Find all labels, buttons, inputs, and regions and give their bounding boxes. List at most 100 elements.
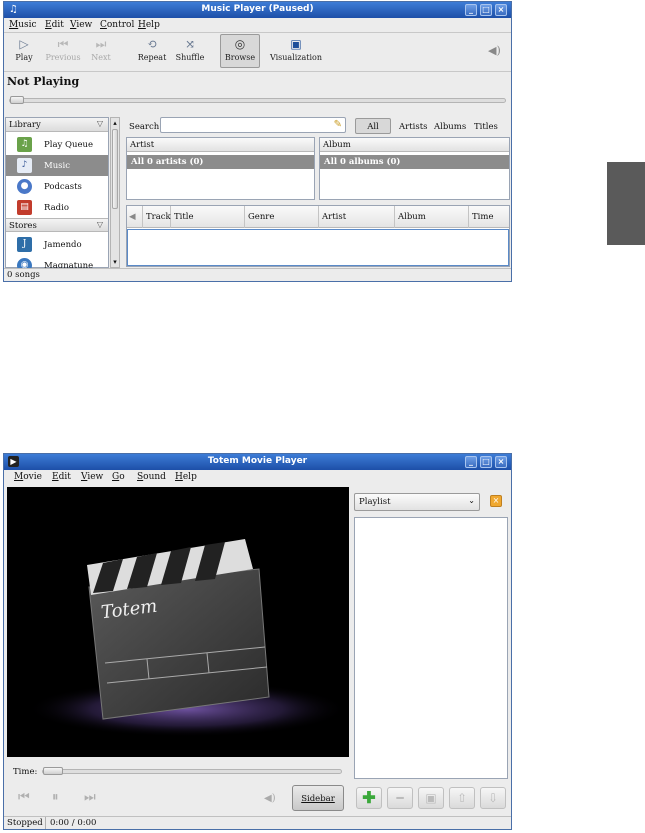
volume-icon[interactable]: ◀) [264,793,276,804]
browse-button[interactable]: ◎ Browse [220,34,260,68]
menu-view[interactable]: View [70,20,92,30]
menu-control[interactable]: Control [100,20,134,30]
artist-row-all[interactable]: All 0 artists (0) [127,155,314,169]
album-row-all[interactable]: All 0 albums (0) [320,155,509,169]
sidebar-item-jamendo[interactable]: J Jamendo [6,234,108,255]
previous-icon: ⏮ [57,37,69,51]
move-up-button[interactable]: ⇧ [449,787,475,809]
sidebar-toggle-label: Sidebar [301,794,335,804]
search-input[interactable]: ✎ [160,117,346,133]
remove-button[interactable]: ━ [387,787,413,809]
previous-icon[interactable]: ⏮ [18,790,30,805]
playback-time: 0:00 / 0:00 [50,818,97,828]
sidebar-scrollbar[interactable]: ▴ ▾ [110,117,120,268]
music-library-icon: ♪ [17,158,32,173]
totem-window: ▶ Totem Movie Player _ □ × Movie Edit Vi… [3,453,512,830]
menu-movie[interactable]: Movie [14,472,42,482]
move-down-button[interactable]: ⇩ [480,787,506,809]
filter-albums[interactable]: Albums [434,122,466,132]
album-column-header[interactable]: Album [320,138,509,152]
filter-titles[interactable]: Titles [474,122,498,132]
filter-all[interactable]: All [355,118,391,134]
maximize-icon[interactable]: □ [480,456,492,468]
sidebar-item-music[interactable]: ♪ Music [6,155,108,176]
menu-view[interactable]: View [81,472,103,482]
chevron-down-icon[interactable]: ▽ [97,119,103,128]
repeat-button[interactable]: ⟲ Repeat [134,37,170,62]
seek-slider-thumb[interactable] [10,96,24,104]
artist-pane: Artist All 0 artists (0) [126,137,315,200]
library-header[interactable]: Library ▽ [6,118,108,132]
time-slider[interactable] [42,769,342,774]
sidebar-item-play-queue[interactable]: ♫ Play Queue [6,134,108,155]
artist-column-header[interactable]: Artist [127,138,314,152]
close-sidebar-icon[interactable]: × [490,495,502,507]
time-label: Time: [13,767,38,777]
add-button[interactable]: ✚ [356,787,382,809]
video-area[interactable]: Totem [7,487,349,757]
menu-sound[interactable]: Sound [137,472,166,482]
column-header-time[interactable]: Time [469,206,510,228]
menu-music[interactable]: Music [9,20,37,30]
filter-artists[interactable]: Artists [399,122,427,132]
menubar: Music Edit View Control Help [4,18,511,32]
column-header-album[interactable]: Album [395,206,469,228]
menu-help[interactable]: Help [138,20,160,30]
divider [4,32,511,33]
playlist-dropdown[interactable]: Playlist ⌄ [354,493,480,511]
statusbar: Stopped 0:00 / 0:00 [4,816,511,829]
scroll-down-icon[interactable]: ▾ [111,257,119,267]
play-button[interactable]: ▷ Play [9,37,39,62]
previous-button[interactable]: ⏮ Previous [42,37,84,62]
menu-edit[interactable]: Edit [52,472,71,482]
speaker-icon: ◀ [129,212,136,222]
close-icon[interactable]: × [495,456,507,468]
library-sidebar: Library ▽ ♫ Play Queue ♪ Music ● Podcast… [5,117,109,273]
sidebar-toggle-button[interactable]: Sidebar [292,785,344,811]
page-edge-tab [607,162,645,245]
shuffle-button[interactable]: ⤨ Shuffle [172,37,208,62]
minimize-icon[interactable]: _ [465,456,477,468]
volume-icon[interactable]: ◀) [488,44,501,57]
column-header-title[interactable]: Title [171,206,245,228]
now-playing-label: Not Playing [7,75,80,88]
column-header-track[interactable]: Track [143,206,171,228]
sidebar-item-podcasts[interactable]: ● Podcasts [6,176,108,197]
time-slider-thumb[interactable] [43,767,63,775]
track-header-row: ◀ Track Title Genre Artist Album Time [127,206,509,228]
track-list-body[interactable] [127,229,509,266]
next-icon[interactable]: ⏭ [84,790,96,805]
column-header-genre[interactable]: Genre [245,206,319,228]
podcast-icon: ● [17,179,32,194]
radio-icon: ▤ [17,200,32,215]
totem-logo [27,539,347,737]
music-player-titlebar[interactable]: ♫ Music Player (Paused) _ □ × [4,2,511,18]
menu-help[interactable]: Help [175,472,197,482]
pause-icon[interactable]: ⏸ [52,790,59,805]
sidebar-item-radio[interactable]: ▤ Radio [6,197,108,218]
stores-header[interactable]: Stores ▽ [6,218,108,232]
album-pane: Album All 0 albums (0) [319,137,510,200]
statusbar: 0 songs [4,268,511,281]
scroll-up-icon[interactable]: ▴ [111,118,119,128]
clear-search-icon[interactable]: ✎ [334,119,342,130]
seek-slider[interactable] [9,98,506,103]
visualization-button[interactable]: ▣ Visualization [268,37,324,62]
browse-icon: ◎ [234,37,246,51]
next-button[interactable]: ⏭ Next [86,37,116,62]
close-icon[interactable]: × [495,4,507,16]
save-button[interactable]: ▣ [418,787,444,809]
repeat-icon: ⟲ [146,37,158,51]
playing-column-header[interactable]: ◀ [127,206,143,228]
minimize-icon[interactable]: _ [465,4,477,16]
totem-titlebar[interactable]: ▶ Totem Movie Player _ □ × [4,454,511,470]
window-title: Music Player (Paused) [201,4,314,14]
menu-go[interactable]: Go [112,472,125,482]
column-header-artist[interactable]: Artist [319,206,395,228]
maximize-icon[interactable]: □ [480,4,492,16]
playlist-list[interactable] [354,517,508,779]
menu-edit[interactable]: Edit [45,20,64,30]
play-icon: ▷ [19,37,29,51]
scrollbar-thumb[interactable] [112,129,118,209]
chevron-down-icon[interactable]: ▽ [97,220,103,229]
